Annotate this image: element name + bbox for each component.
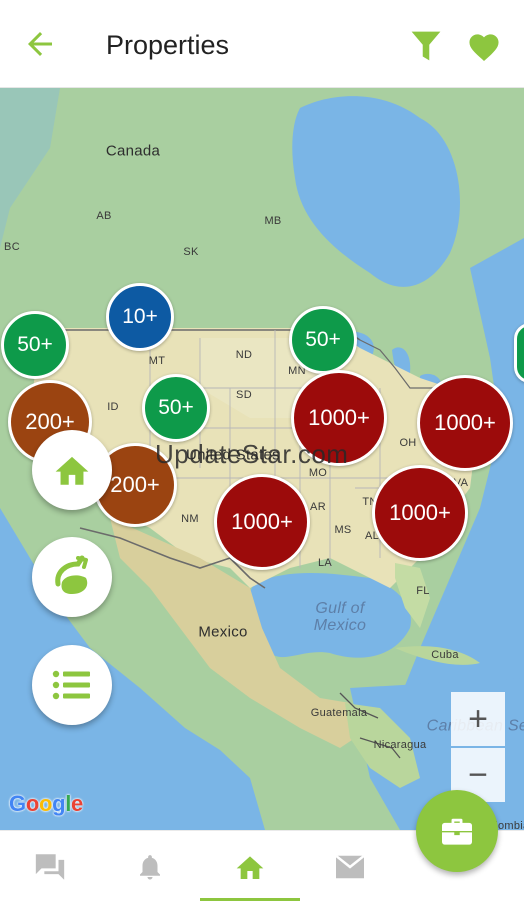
- property-cluster-marker[interactable]: 10+: [106, 283, 174, 351]
- property-cluster-marker[interactable]: 50+: [1, 311, 69, 379]
- nav-tab-notifications[interactable]: [100, 831, 200, 902]
- map-label-nm: NM: [181, 513, 199, 525]
- map-label-nd: ND: [235, 349, 253, 361]
- filter-icon[interactable]: [410, 29, 442, 63]
- property-cluster-marker[interactable]: 1000+: [372, 465, 468, 561]
- map-label-mb: MB: [264, 215, 282, 227]
- draw-area-fab[interactable]: [32, 537, 112, 617]
- map-label-ms: MS: [334, 524, 352, 536]
- home-fab[interactable]: [32, 430, 112, 510]
- draw-area-icon: [55, 555, 88, 594]
- map-label-canada: Canada: [105, 142, 161, 160]
- page-title: Properties: [106, 30, 230, 60]
- google-logo: Google: [9, 791, 83, 816]
- arrow-back-icon[interactable]: [22, 26, 58, 62]
- property-cluster-marker[interactable]: 1000+: [214, 474, 310, 570]
- property-cluster-marker[interactable]: 50+: [289, 306, 357, 374]
- bell-icon: [140, 855, 160, 880]
- map-label-mt: MT: [148, 355, 166, 367]
- heart-icon[interactable]: [466, 30, 502, 62]
- briefcase-fab[interactable]: [416, 790, 498, 872]
- nav-tab-messages[interactable]: [300, 831, 400, 902]
- watermark-text: UpdateStar.com: [155, 439, 349, 469]
- nav-tab-chat[interactable]: [0, 831, 100, 902]
- chat-icon: [35, 854, 65, 880]
- property-cluster-marker-partial[interactable]: [514, 323, 524, 383]
- map-label-gulf: Gulf of Mexico: [313, 600, 367, 634]
- map-label-guatemala: Guatemala: [310, 707, 368, 719]
- map-label-la: LA: [317, 557, 333, 569]
- map-label-ar: AR: [310, 501, 326, 513]
- list-icon: [52, 670, 90, 700]
- home-icon: [55, 456, 89, 485]
- map-label-ab: AB: [96, 210, 112, 222]
- map-label-sk: SK: [183, 246, 199, 258]
- list-view-fab[interactable]: [32, 645, 112, 725]
- map-label-oh: OH: [399, 437, 417, 449]
- zoom-in-button[interactable]: +: [451, 692, 505, 746]
- briefcase-icon: [442, 818, 472, 845]
- nav-tab-home[interactable]: [200, 831, 300, 902]
- map-label-nicaragua: Nicaragua: [373, 739, 427, 751]
- home-icon: [236, 856, 264, 879]
- map-label-fl: FL: [416, 585, 430, 597]
- app-bar: Properties: [0, 0, 524, 88]
- map-label-mexico: Mexico: [198, 623, 248, 641]
- map-label-id: ID: [107, 401, 119, 413]
- mail-icon: [335, 854, 365, 879]
- property-cluster-marker[interactable]: 1000+: [417, 375, 513, 471]
- map-label-sd: SD: [236, 389, 252, 401]
- map-label-bc: BC: [4, 241, 20, 253]
- map-label-cuba: Cuba: [431, 649, 459, 661]
- property-cluster-marker[interactable]: 50+: [142, 374, 210, 442]
